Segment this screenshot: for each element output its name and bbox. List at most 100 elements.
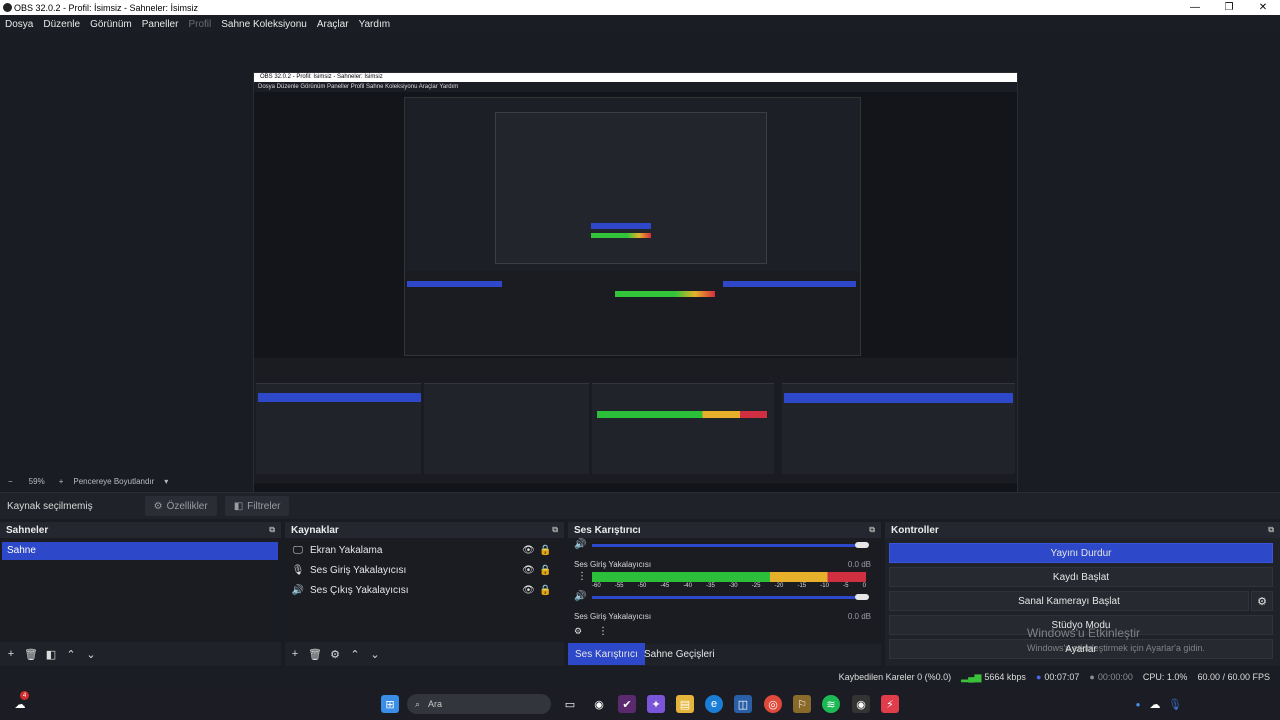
settings-button[interactable]: Ayarlar	[889, 639, 1273, 659]
zoom-in-button[interactable]: +	[59, 477, 64, 486]
obs-taskbar-icon[interactable]: ◉	[590, 695, 608, 713]
volume-icon[interactable]: 🔊	[574, 591, 586, 602]
scene-item[interactable]: Sahne	[2, 542, 278, 560]
menu-view[interactable]: Görünüm	[90, 19, 132, 30]
volume-slider-track[interactable]	[592, 544, 866, 547]
menu-tools[interactable]: Araçlar	[317, 19, 349, 30]
tab-scene-transitions[interactable]: Sahne Geçişleri	[637, 643, 722, 665]
track-menu-icon[interactable]: ⋮	[577, 571, 587, 582]
tab-audio-mixer[interactable]: Ses Karıştırıcı	[568, 643, 645, 665]
remove-scene-icon[interactable]: 🗑	[21, 648, 41, 661]
stream-time: 00:07:07	[1044, 672, 1080, 682]
move-down-icon[interactable]: ⌄	[81, 648, 101, 661]
volume-icon[interactable]: 🔊	[574, 539, 586, 550]
chrome-icon[interactable]: ◎	[764, 695, 782, 713]
meter-tick: 0	[862, 583, 866, 589]
undock-icon[interactable]: ⧉	[552, 525, 558, 535]
track-db: 0.0 dB	[847, 612, 871, 621]
source-label: Ses Çıkış Yakalayıcısı	[310, 584, 409, 596]
menu-profile[interactable]: Profil	[188, 19, 211, 30]
volume-slider-knob[interactable]	[855, 594, 869, 600]
meter-tick: -50	[637, 583, 647, 589]
filters-button[interactable]: ◧ Filtreler	[224, 496, 290, 516]
scene-filters-icon[interactable]: ◧	[41, 648, 61, 661]
resize-to-window-label[interactable]: Pencereye Boyutlandır	[73, 477, 154, 486]
menu-edit[interactable]: Düzenle	[43, 19, 80, 30]
preview-canvas[interactable]: OBS 32.0.2 - Profil: İsimsiz - Sahneler:…	[253, 72, 1018, 505]
menu-docks[interactable]: Paneller	[142, 19, 179, 30]
edge-browser-icon[interactable]: e	[705, 695, 723, 713]
studio-mode-button[interactable]: Stüdyo Modu	[889, 615, 1273, 635]
mixer-settings-icon[interactable]: ⚙	[574, 626, 582, 637]
obs-active-icon[interactable]: ◉	[852, 695, 870, 713]
task-view-icon[interactable]: ▭	[561, 695, 579, 713]
add-scene-icon[interactable]: +	[1, 648, 21, 660]
search-placeholder: Ara	[428, 699, 443, 709]
windows-taskbar	[0, 688, 1280, 720]
undock-icon[interactable]: ⧉	[869, 525, 875, 535]
app-purple-icon[interactable]: ✔	[618, 695, 636, 713]
file-explorer-icon[interactable]: ▤	[676, 695, 694, 713]
preview-inner-title: OBS 32.0.2 - Profil: İsimsiz - Sahneler:…	[254, 73, 1017, 82]
visibility-eye-icon[interactable]: 👁	[520, 545, 537, 556]
visibility-eye-icon[interactable]: 👁	[520, 585, 537, 596]
app-brown-icon[interactable]: ⚐	[793, 695, 811, 713]
start-recording-button[interactable]: Kaydı Başlat	[889, 567, 1273, 587]
sources-footer: + 🗑 ⚙ ⌃ ⌄	[285, 642, 564, 666]
source-row[interactable]: 🖵 Ekran Yakalama 👁 🔒	[285, 540, 564, 560]
lock-icon[interactable]: 🔒	[537, 545, 554, 556]
scenes-title: Sahneler	[6, 524, 49, 536]
app-red-lightning-icon[interactable]: ⚡	[881, 695, 899, 713]
tray-cloud-icon[interactable]: ☁	[1146, 695, 1164, 713]
maximize-button[interactable]: ❐	[1212, 0, 1246, 15]
menu-file[interactable]: Dosya	[5, 19, 33, 30]
lock-icon[interactable]: 🔒	[537, 585, 554, 596]
track-label: Ses Giriş Yakalayıcısı	[574, 612, 652, 621]
tray-dot-icon[interactable]: ●	[1129, 695, 1147, 713]
window-title: OBS 32.0.2 - Profil: İsimsiz - Sahneler:…	[14, 2, 199, 13]
dropped-frames: Kaybedilen Kareler 0 (%0.0)	[838, 672, 952, 682]
visibility-eye-icon[interactable]: 👁	[520, 565, 537, 576]
store-icon[interactable]: ◫	[734, 695, 752, 713]
notification-badge: 4	[20, 691, 29, 700]
lock-icon[interactable]: 🔒	[537, 565, 554, 576]
taskbar-search[interactable]: ⌕ Ara	[407, 694, 551, 714]
mixer-menu-icon[interactable]: ⋮	[598, 626, 608, 637]
remove-source-icon[interactable]: 🗑	[305, 648, 325, 661]
add-source-icon[interactable]: +	[285, 648, 305, 660]
start-menu-icon[interactable]: ⊞	[381, 695, 399, 713]
meter-tick: -45	[660, 583, 670, 589]
source-properties-icon[interactable]: ⚙	[325, 648, 345, 661]
virtual-camera-settings-gear-icon[interactable]: ⚙	[1251, 591, 1273, 611]
source-label: Ekran Yakalama	[310, 544, 383, 556]
track-db: 0.0 dB	[847, 560, 871, 569]
menu-help[interactable]: Yardım	[359, 19, 391, 30]
minimize-button[interactable]: —	[1178, 0, 1212, 15]
source-row[interactable]: 🎙 Ses Giriş Yakalayıcısı 👁 🔒	[285, 560, 564, 580]
source-row[interactable]: 🔊 Ses Çıkış Yakalayıcısı 👁 🔒	[285, 580, 564, 600]
meter-tick: -35	[706, 583, 715, 589]
volume-slider-knob[interactable]	[855, 542, 869, 548]
menu-scene-collection[interactable]: Sahne Koleksiyonu	[221, 19, 307, 30]
zoom-row: − 59% + Pencereye Boyutlandır ▾	[0, 474, 1280, 488]
stream-indicator-icon: ●	[1035, 672, 1042, 682]
volume-slider-track[interactable]	[592, 596, 866, 599]
zoom-dropdown-icon[interactable]: ▾	[164, 477, 168, 486]
move-down-icon[interactable]: ⌄	[365, 648, 385, 661]
preview-nested-window	[495, 112, 767, 264]
meter-tick: -5	[843, 583, 849, 589]
start-virtual-camera-button[interactable]: Sanal Kamerayı Başlat	[889, 591, 1249, 611]
undock-icon[interactable]: ⧉	[1268, 525, 1274, 535]
spotify-icon[interactable]: ≋	[822, 695, 840, 713]
zoom-out-button[interactable]: −	[8, 477, 13, 486]
properties-button[interactable]: ⚙ Özellikler	[144, 496, 217, 516]
move-up-icon[interactable]: ⌃	[345, 648, 365, 661]
undock-icon[interactable]: ⧉	[269, 525, 275, 535]
copilot-icon[interactable]: ✦	[647, 695, 665, 713]
move-up-icon[interactable]: ⌃	[61, 648, 81, 661]
tray-mic-icon[interactable]: 🎙	[1166, 695, 1184, 713]
record-time: 00:00:00	[1097, 672, 1133, 682]
close-button[interactable]: ✕	[1246, 0, 1280, 15]
filters-label: Filtreler	[247, 500, 281, 512]
stop-stream-button[interactable]: Yayını Durdur	[889, 543, 1273, 563]
